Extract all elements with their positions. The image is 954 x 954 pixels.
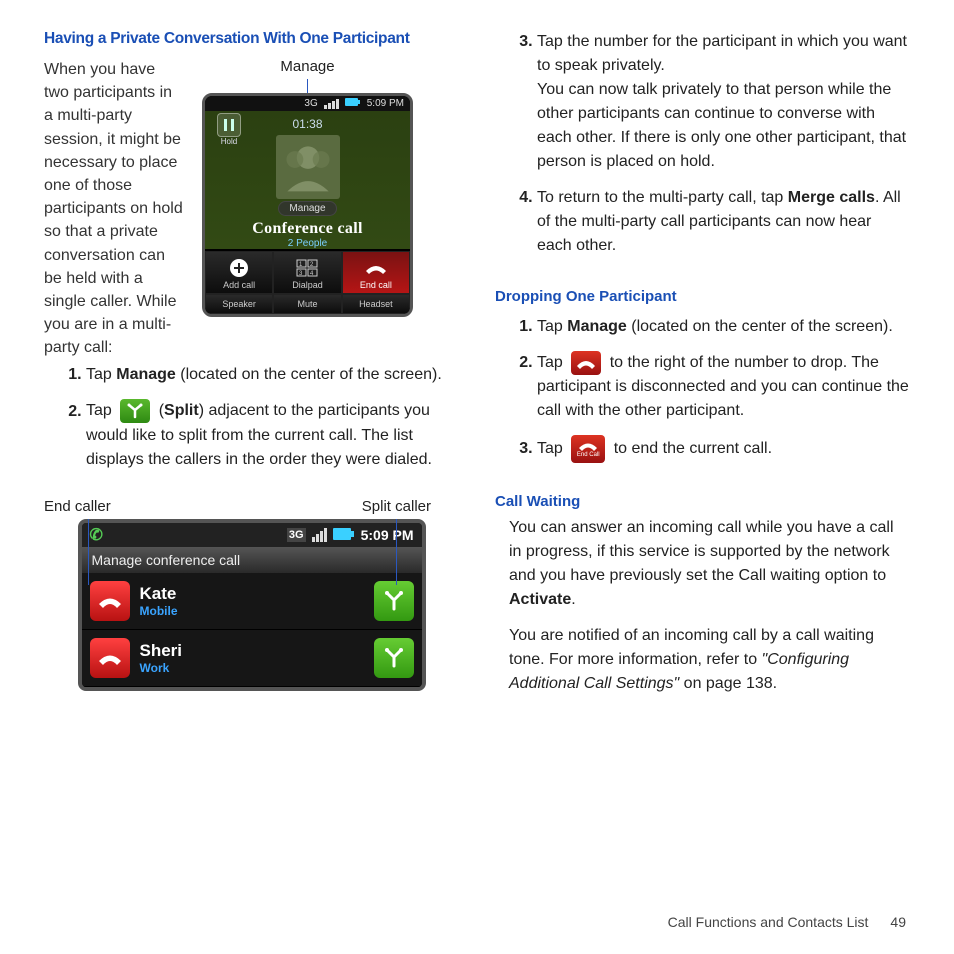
end-caller-icon xyxy=(90,581,130,621)
section-title-dropping-participant: Dropping One Participant xyxy=(495,288,910,305)
split-icon xyxy=(120,399,150,423)
add-call-button: Add call xyxy=(205,251,273,294)
speaker-button: Speaker xyxy=(205,294,273,314)
call-active-icon: ✆ xyxy=(90,525,103,545)
callout-split-caller-label: Split caller xyxy=(362,498,431,515)
call-waiting-paragraph-2: You are notified of an incoming call by … xyxy=(509,624,910,696)
intro-paragraph: When you have two participants in a mult… xyxy=(44,58,184,359)
signal-icon xyxy=(324,99,339,109)
conference-call-label: Conference call xyxy=(205,220,410,238)
step-2: Tap (Split) adjacent to the participants… xyxy=(86,399,459,471)
end-caller-icon xyxy=(90,638,130,678)
drop-step-1: Tap Manage (located on the center of the… xyxy=(537,315,910,339)
contact-row: Sheri Work xyxy=(82,630,422,687)
phone-screenshot-manage-conference: ✆ 3G 5:09 PM Manage conference call Kate xyxy=(78,519,426,691)
hold-label: Hold xyxy=(221,137,237,146)
page-footer: Call Functions and Contacts List49 xyxy=(495,914,910,944)
hold-icon xyxy=(217,113,241,137)
contact-type: Work xyxy=(140,661,364,675)
mute-button: Mute xyxy=(273,294,341,314)
step-1: Tap Manage (located on the center of the… xyxy=(86,363,459,387)
callout-manage-label: Manage xyxy=(280,58,334,75)
battery-icon xyxy=(333,527,355,543)
contact-type: Mobile xyxy=(140,604,364,618)
hangup-icon xyxy=(571,351,601,375)
dialpad-button: 1234 Dialpad xyxy=(273,251,341,294)
manage-conference-title: Manage conference call xyxy=(82,547,422,573)
manage-button: Manage xyxy=(278,201,336,216)
callout-line xyxy=(88,519,89,585)
step-4: To return to the multi-party call, tap M… xyxy=(537,186,910,258)
callout-end-caller-label: End caller xyxy=(44,498,111,515)
contact-name: Sheri xyxy=(140,641,364,661)
split-caller-icon xyxy=(374,581,414,621)
end-call-icon: End Call xyxy=(571,435,605,463)
drop-step-3: Tap End Call to end the current call. xyxy=(537,435,910,463)
net-3g-icon: 3G xyxy=(287,528,306,542)
contact-avatar-icon xyxy=(276,135,340,199)
step-3: Tap the number for the participant in wh… xyxy=(537,30,910,174)
net-3g-icon: 3G xyxy=(304,98,317,109)
statusbar-time: 5:09 PM xyxy=(367,98,404,109)
call-waiting-paragraph-1: You can answer an incoming call while yo… xyxy=(509,516,910,612)
end-call-button: End call xyxy=(342,251,410,294)
section-title-private-conversation: Having a Private Conversation With One P… xyxy=(44,30,459,48)
phone-screenshot-conference: 3G 5:09 PM xyxy=(202,93,413,317)
signal-icon xyxy=(312,528,327,542)
battery-icon xyxy=(345,98,361,109)
callout-line xyxy=(396,519,397,585)
statusbar-time: 5:09 PM xyxy=(361,527,414,543)
drop-step-2: Tap to the right of the number to drop. … xyxy=(537,351,910,423)
people-count-label: 2 People xyxy=(205,238,410,249)
split-caller-icon xyxy=(374,638,414,678)
section-title-call-waiting: Call Waiting xyxy=(495,493,910,510)
callout-line xyxy=(307,79,308,93)
contact-name: Kate xyxy=(140,584,364,604)
headset-button: Headset xyxy=(342,294,410,314)
contact-row: Kate Mobile xyxy=(82,573,422,630)
